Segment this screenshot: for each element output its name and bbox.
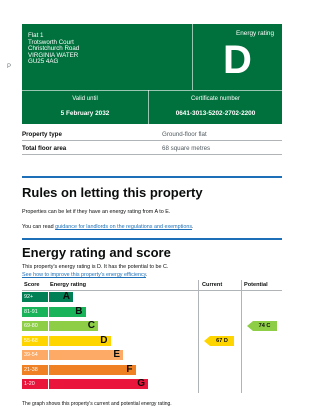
chart-column-divider [241,280,242,393]
address-line: GU25 4AG [28,58,59,66]
summary-value: Ground-floor flat [162,131,207,138]
guidance-suffix: . [192,224,194,230]
improve-efficiency-paragraph: See how to improve this property's energ… [22,272,147,278]
column-header-energy-rating: Energy rating [50,282,87,288]
band-bar-g: G [49,379,148,389]
chart-header-rule [22,290,282,291]
property-address: Flat 1 Trotsworth Court Christchurch Roa… [28,32,79,66]
chart-header: Score Energy rating Current Potential [22,280,282,290]
valid-until-label: Valid until [72,96,98,102]
column-header-current: Current [202,282,223,288]
section-rule [22,176,282,178]
panel-divider [22,90,282,91]
potential-rating-arrow: 74 C [246,321,277,331]
current-rating-arrow-label: 67 D [210,335,234,346]
energy-rating-letter: D [223,38,252,82]
energy-score-heading: Energy rating and score [22,245,171,260]
energy-rating-label: Energy rating [235,30,274,37]
column-header-score: Score [24,282,40,288]
rules-paragraph: Properties can be let if they have an en… [22,209,171,215]
certificate-number-label: Certificate number [190,96,241,102]
energy-score-paragraph: This property's energy rating is D. It h… [22,264,169,270]
rules-guidance-paragraph: You can read guidance for landlords on t… [22,224,194,230]
potential-rating-arrow-label: 74 C [252,321,277,331]
property-summary-table: Property type Ground-floor flat Total fl… [22,127,282,155]
summary-row-floor-area: Total floor area 68 square metres [22,141,282,155]
summary-key: Total floor area [22,145,67,152]
band-bar-e: E [49,350,123,360]
band-score-g: 1-20 [22,379,48,389]
guidance-prefix: You can read [22,224,56,230]
summary-key: Property type [22,131,62,138]
band-score-b: 81-91 [22,306,48,317]
chart-footnote: The graph shows this property's current … [22,401,172,407]
summary-value: 68 square metres [162,145,211,152]
energy-rating-box: Energy rating D [192,24,282,90]
band-score-d: 55-68 [22,335,48,346]
band-bar-c: C [49,321,98,331]
guidance-link[interactable]: guidance for landlords on the regulation… [55,224,192,230]
side-marker: P [7,64,12,70]
band-bar-b: B [49,306,86,317]
certificate-summary-panel: Flat 1 Trotsworth Court Christchurch Roa… [22,24,282,124]
band-bar-a: A [49,292,73,302]
chart-column-divider [198,280,199,393]
summary-row-property-type: Property type Ground-floor flat [22,127,282,141]
section-rule [22,238,282,240]
energy-rating-chart: Score Energy rating Current Potential 92… [22,280,282,393]
band-score-a: 92+ [22,292,48,302]
band-score-c: 69-80 [22,321,48,331]
rules-heading: Rules on letting this property [22,185,203,200]
band-bar-d: D [49,335,111,346]
current-rating-arrow: 67 D [204,335,234,346]
band-bar-f: F [49,364,136,375]
certificate-header: Flat 1 Trotsworth Court Christchurch Roa… [22,24,282,90]
band-score-e: 39-54 [22,350,48,360]
improve-efficiency-link[interactable]: See how to improve this property's energ… [22,272,146,278]
certificate-number-value: 0641-3013-5202-2702-2200 [175,110,256,117]
valid-until-value: 5 February 2032 [60,110,110,117]
column-header-potential: Potential [244,282,268,288]
improve-suffix: . [145,272,148,278]
band-score-f: 21-38 [22,364,48,375]
